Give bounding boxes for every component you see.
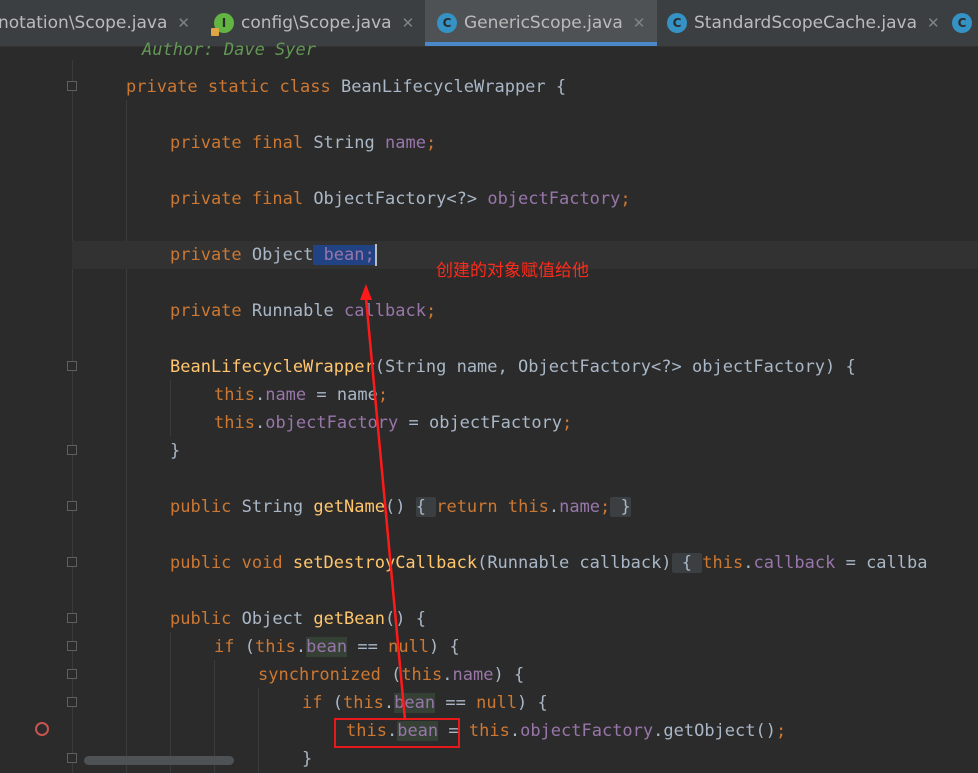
- annotation-arrow: [360, 284, 407, 721]
- horizontal-scrollbar[interactable]: [84, 756, 234, 765]
- annotation-text: 创建的对象赋值给他: [436, 261, 589, 281]
